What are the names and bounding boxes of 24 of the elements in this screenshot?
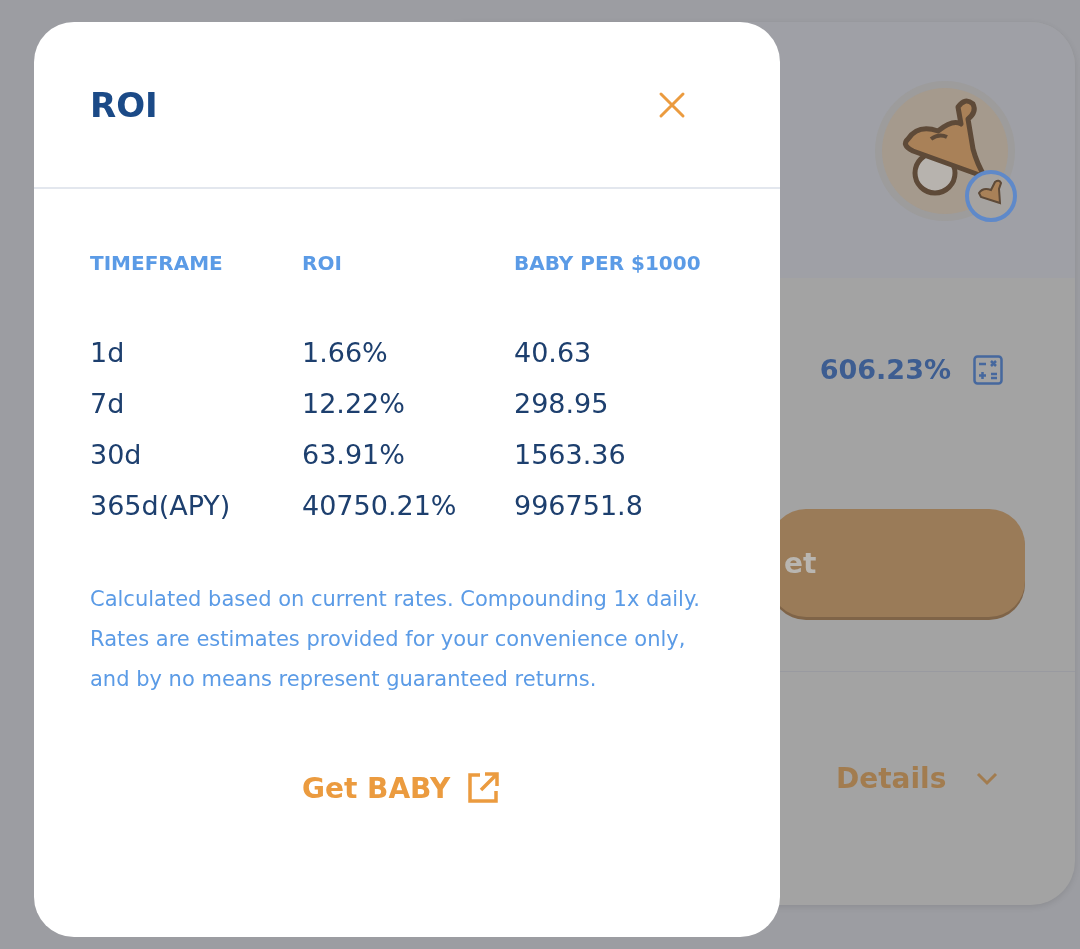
table-cell-text: 12.22% bbox=[302, 388, 406, 419]
calculator-icon[interactable] bbox=[973, 354, 1003, 385]
column-header: BABY PER $1000 bbox=[514, 251, 702, 275]
disclaimer-text: Calculated based on current rates. Compounding 1x daily. Rates are estimates provided for your convenience only, and by no means represent guaranteed returns. bbox=[90, 586, 702, 693]
table-cell-text: 40.63 bbox=[514, 337, 593, 368]
close-icon[interactable] bbox=[658, 90, 686, 119]
chevron-down-icon[interactable] bbox=[976, 771, 999, 786]
get-token-link[interactable]: Get BABY bbox=[302, 771, 451, 805]
column-header: ROI bbox=[302, 251, 343, 275]
table-cell-text: 1563.36 bbox=[514, 439, 627, 470]
table-cell-text: 30d bbox=[90, 439, 143, 470]
external-link-icon[interactable] bbox=[466, 771, 501, 805]
table-cell-text: 7d bbox=[90, 388, 126, 419]
table-cell-text: 40750.21% bbox=[302, 490, 458, 521]
table-cell-text: 298.95 bbox=[514, 388, 610, 419]
details-toggle[interactable]: Details bbox=[836, 762, 947, 795]
column-header: TIMEFRAME bbox=[90, 251, 224, 275]
table-cell-text: 1d bbox=[90, 337, 126, 368]
dialog-title: ROI bbox=[90, 84, 158, 125]
table-cell-text: 63.91% bbox=[302, 439, 406, 470]
table-cell-text: 365d(APY) bbox=[90, 490, 232, 521]
apr-value: 606.23% bbox=[819, 354, 951, 385]
table-cell-text: 1.66% bbox=[302, 337, 389, 368]
table-cell-text: 996751.8 bbox=[514, 490, 644, 521]
